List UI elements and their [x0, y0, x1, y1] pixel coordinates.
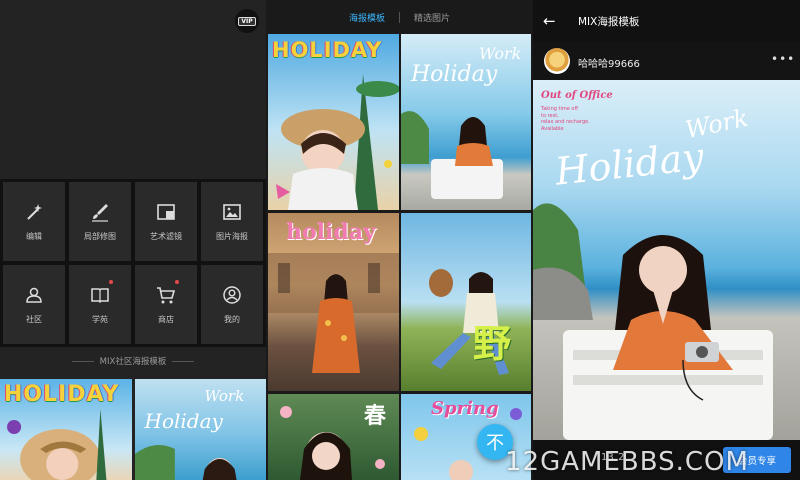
community-icon	[26, 287, 42, 303]
template-thumb-holiday-colorful[interactable]: HOLIDAY	[0, 379, 132, 480]
profile-icon	[223, 285, 241, 304]
avatar[interactable]	[544, 48, 570, 74]
poster-icon	[223, 203, 241, 220]
template-strip: HOLIDAY Holiday Work	[0, 379, 266, 480]
tool-label: 艺术滤镜	[150, 231, 182, 241]
cart-icon	[157, 286, 176, 303]
author-row: 哈哈哈99666 •••	[533, 42, 800, 80]
site-watermark: 12GAMEBBS.COM	[505, 447, 749, 477]
card-title: HOLIDAY	[272, 38, 383, 62]
tool-label: 学苑	[92, 314, 108, 324]
card-title: Spring	[431, 398, 499, 419]
template-card-holiday-work[interactable]: Work Holiday	[401, 34, 531, 210]
filter-icon	[157, 203, 175, 220]
gallery-tabs: 海报模板 精选图片	[266, 0, 533, 34]
tab-poster-templates[interactable]: 海报模板	[349, 11, 385, 24]
card-subtitle: Work	[479, 44, 522, 63]
card-title: 春	[364, 403, 387, 429]
tool-label: 商店	[158, 314, 174, 324]
poster-tagline: Taking time off to rest, relax and recha…	[541, 106, 590, 132]
tool-poster[interactable]: 图片海报	[201, 182, 263, 261]
card-title: 野	[473, 322, 512, 366]
tab-divider	[399, 11, 400, 23]
tool-mine[interactable]: 我的	[201, 265, 263, 344]
vip-button[interactable]: VIP	[235, 9, 259, 33]
tool-store[interactable]: 商店	[135, 265, 197, 344]
tool-academy[interactable]: 学苑	[69, 265, 131, 344]
tool-edit[interactable]: 编辑	[3, 182, 65, 261]
thumb-title: Holiday	[144, 409, 223, 433]
tool-grid: 编辑 局部修图 艺术滤镜 图片海报 社区 学苑 商店 我的	[0, 179, 266, 347]
vip-badge: VIP	[238, 16, 256, 26]
tab-featured-images[interactable]: 精选图片	[414, 11, 450, 24]
template-gallery-panel: 海报模板 精选图片 HOLIDAY Work Holiday holiday 野…	[266, 0, 533, 480]
fab-glyph: 不	[486, 433, 504, 454]
brush-icon	[92, 203, 108, 222]
tool-label: 局部修图	[84, 231, 116, 241]
template-thumb-holiday-work[interactable]: Holiday Work	[134, 379, 266, 480]
back-arrow-icon[interactable]: ←	[543, 12, 556, 30]
tool-retouch[interactable]: 局部修图	[69, 182, 131, 261]
poster-preview: Out of Office Taking time off to rest, r…	[533, 80, 800, 440]
detail-header: ← MIX海报模板	[533, 0, 800, 42]
home-panel: VIP 编辑 局部修图 艺术滤镜 图片海报 社区 学苑 商店 我的 MIX社区海…	[0, 0, 266, 480]
card-title: holiday	[286, 219, 376, 245]
thumb-title: HOLIDAY	[4, 382, 120, 407]
template-card-wild[interactable]: 野	[401, 213, 531, 391]
tool-label: 社区	[26, 314, 42, 324]
template-card-spring-portrait[interactable]: 春	[268, 394, 399, 480]
template-card-holiday-colorful[interactable]: HOLIDAY	[268, 34, 399, 210]
poster-image	[533, 203, 773, 440]
tool-label: 我的	[224, 314, 240, 324]
notification-dot	[175, 280, 179, 284]
page-title: MIX海报模板	[578, 16, 640, 28]
poster-out-of-office: Out of Office	[541, 90, 613, 101]
tool-filter[interactable]: 艺术滤镜	[135, 182, 197, 261]
notification-dot	[109, 280, 113, 284]
magic-wand-icon	[27, 203, 42, 220]
author-name[interactable]: 哈哈哈99666	[578, 55, 640, 70]
tool-community[interactable]: 社区	[3, 265, 65, 344]
book-icon	[91, 287, 109, 303]
tool-label: 图片海报	[216, 231, 248, 241]
card-title: Holiday	[411, 62, 498, 87]
more-options-icon[interactable]: •••	[771, 52, 795, 66]
thumb-subtitle: Work	[204, 387, 245, 405]
template-card-holiday-city[interactable]: holiday	[268, 213, 399, 391]
template-card-image	[429, 269, 509, 375]
section-title: MIX社区海报模板	[0, 355, 266, 367]
template-detail-panel: ← MIX海报模板 哈哈哈99666 ••• Out of Office Tak…	[533, 0, 800, 480]
tool-label: 编辑	[26, 231, 42, 241]
